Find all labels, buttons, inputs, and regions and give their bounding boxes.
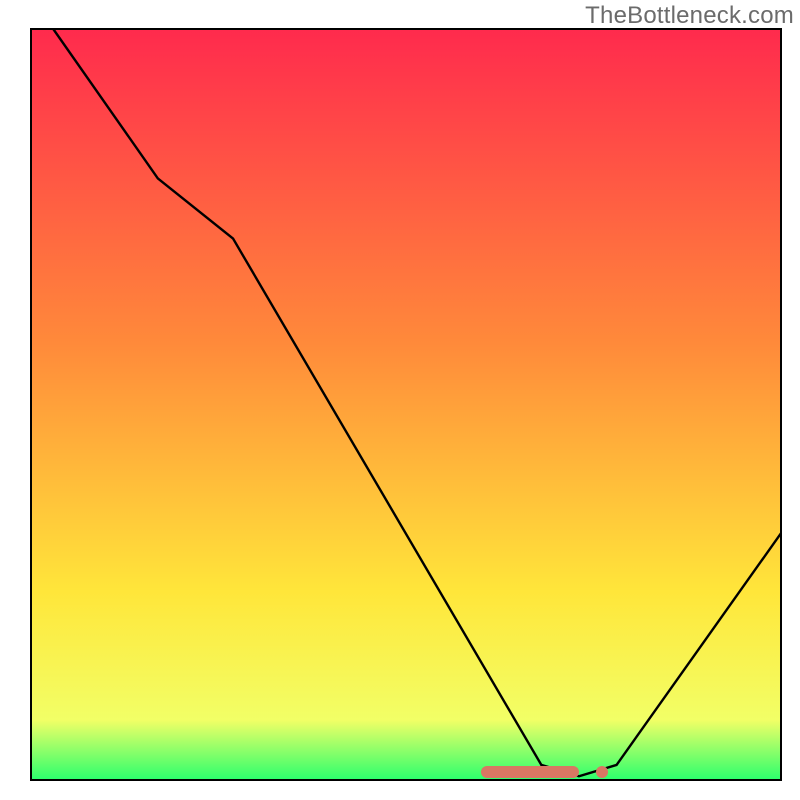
chart-curve — [30, 28, 782, 780]
chart-marker-dot — [596, 766, 608, 778]
chart-marker-strip — [481, 766, 579, 778]
chart-stage: TheBottleneck.com — [0, 0, 800, 800]
watermark-text: TheBottleneck.com — [585, 2, 794, 30]
curve-path — [53, 28, 782, 776]
chart-plot-area — [30, 28, 782, 781]
